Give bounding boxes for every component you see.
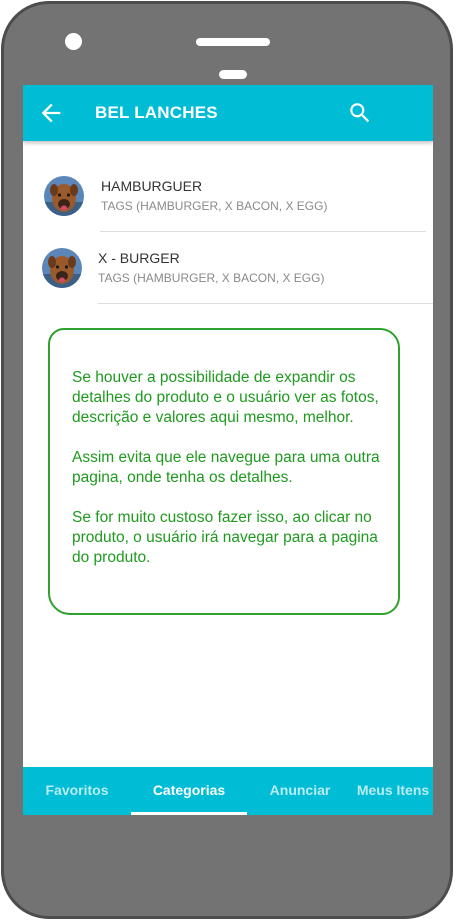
product-name: HAMBURGUER bbox=[101, 178, 203, 194]
bottom-tab-bar: Favoritos Categorias Anunciar Meus Itens bbox=[23, 767, 433, 815]
app-screen: BEL LANCHES HAMBURGUER TAGS (HAMBURGER, … bbox=[23, 85, 433, 815]
product-tags: TAGS (HAMBURGER, X BACON, X EGG) bbox=[101, 199, 328, 213]
tab-categorias[interactable]: Categorias bbox=[131, 767, 247, 815]
list-divider bbox=[98, 303, 433, 304]
app-bar: BEL LANCHES bbox=[23, 85, 433, 141]
camera-icon bbox=[65, 33, 82, 50]
annotation-note: Se houver a possibilidade de expandir os… bbox=[48, 328, 400, 615]
product-name: X - BURGER bbox=[98, 250, 180, 266]
product-tags: TAGS (HAMBURGER, X BACON, X EGG) bbox=[98, 271, 325, 285]
product-list-item[interactable]: HAMBURGUER TAGS (HAMBURGER, X BACON, X E… bbox=[23, 161, 433, 231]
dog-avatar-icon bbox=[42, 248, 82, 288]
search-icon bbox=[350, 103, 370, 123]
list-divider bbox=[100, 231, 426, 232]
tab-favoritos[interactable]: Favoritos bbox=[23, 767, 131, 815]
product-list-item[interactable]: X - BURGER TAGS (HAMBURGER, X BACON, X E… bbox=[23, 233, 433, 303]
speaker-grille bbox=[196, 38, 270, 46]
active-tab-indicator bbox=[131, 812, 247, 815]
arrow-back-icon bbox=[41, 103, 61, 123]
dog-avatar-icon bbox=[44, 176, 84, 216]
proximity-sensor bbox=[219, 70, 247, 79]
annotation-text: Se houver a possibilidade de expandir os… bbox=[72, 369, 380, 566]
search-button[interactable] bbox=[347, 100, 373, 126]
app-title: BEL LANCHES bbox=[95, 103, 218, 122]
tab-anunciar[interactable]: Anunciar bbox=[247, 767, 353, 815]
tab-meus-itens[interactable]: Meus Itens bbox=[353, 767, 433, 815]
back-button[interactable] bbox=[37, 99, 65, 127]
